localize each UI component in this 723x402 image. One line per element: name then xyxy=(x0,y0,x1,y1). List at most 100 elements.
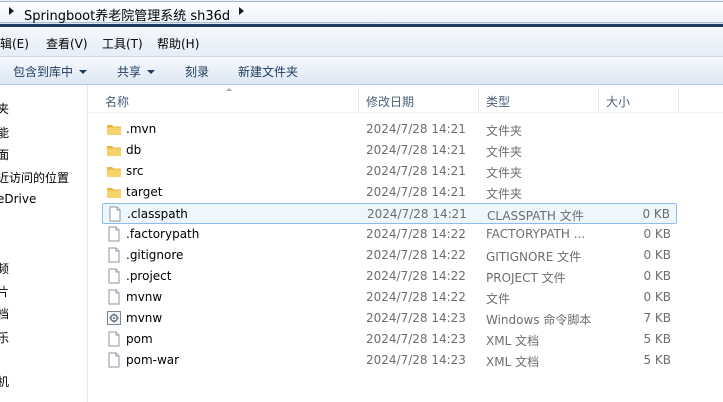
include-in-library-label: 包含到库中 xyxy=(13,65,74,79)
file-name: .mvn xyxy=(126,122,157,136)
menu-help[interactable]: 帮助(H) xyxy=(157,35,199,52)
dropdown-arrow-icon xyxy=(79,70,88,74)
column-header-row: 名称 修改日期 类型 大小 xyxy=(88,85,723,113)
file-modified: 2024/7/28 14:21 xyxy=(366,122,466,136)
nav-item[interactable]: 档 xyxy=(0,305,9,322)
new-folder-button[interactable]: 新建文件夹 xyxy=(238,63,298,80)
file-modified: 2024/7/28 14:22 xyxy=(366,290,466,304)
file-row[interactable]: target 2024/7/28 14:21 文件夹 xyxy=(102,182,677,203)
file-name: target xyxy=(126,185,163,199)
share-button[interactable]: 共享 xyxy=(117,63,156,80)
file-name: .gitignore xyxy=(126,248,184,262)
file-size: 5 KB xyxy=(643,332,671,346)
file-modified: 2024/7/28 14:21 xyxy=(366,164,466,178)
file-row[interactable]: .project 2024/7/28 14:22 PROJECT 文件 0 KB xyxy=(102,266,677,287)
file-icon xyxy=(106,331,122,347)
file-modified: 2024/7/28 14:23 xyxy=(366,311,466,325)
file-list: 名称 修改日期 类型 大小 .mvn 2024/7/28 14:21 文件夹 db 20… xyxy=(88,85,723,402)
file-row[interactable]: pom 2024/7/28 14:23 XML 文档 5 KB xyxy=(102,329,677,350)
file-type: XML 文档 xyxy=(486,355,540,369)
breadcrumb-chevron-icon[interactable] xyxy=(239,7,244,15)
file-row[interactable]: pom-war 2024/7/28 14:23 XML 文档 5 KB xyxy=(102,350,677,371)
column-divider[interactable] xyxy=(478,87,479,111)
breadcrumb-chevron-icon[interactable] xyxy=(9,7,14,15)
file-row[interactable]: .mvn 2024/7/28 14:21 文件夹 xyxy=(102,119,677,140)
dropdown-arrow-icon xyxy=(147,70,156,74)
file-modified: 2024/7/28 14:23 xyxy=(366,332,466,346)
file-size: 0 KB xyxy=(643,227,671,241)
menu-tools[interactable]: 工具(T) xyxy=(102,35,143,52)
file-modified: 2024/7/28 14:22 xyxy=(366,227,466,241)
command-bar: 包含到库中 共享 刻录 新建文件夹 xyxy=(0,57,723,85)
file-icon xyxy=(106,247,122,263)
file-size: 0 KB xyxy=(643,269,671,283)
file-row[interactable]: mvnw 2024/7/28 14:22 文件 0 KB xyxy=(102,287,677,308)
folder-icon xyxy=(106,163,122,179)
file-type: Windows 命令脚本 xyxy=(486,313,592,327)
file-name: mvnw xyxy=(126,290,163,304)
column-type[interactable]: 类型 xyxy=(486,93,510,110)
file-modified: 2024/7/28 14:23 xyxy=(366,353,466,367)
file-icon xyxy=(107,206,123,222)
burn-button[interactable]: 刻录 xyxy=(185,63,209,80)
column-size[interactable]: 大小 xyxy=(606,93,630,110)
file-name: .factorypath xyxy=(126,227,200,241)
file-name: pom-war xyxy=(126,353,180,367)
file-icon xyxy=(106,226,122,242)
column-divider[interactable] xyxy=(598,87,599,111)
file-name: db xyxy=(126,143,142,157)
file-name: pom xyxy=(126,332,153,346)
nav-item[interactable]: 夹 xyxy=(0,100,9,117)
menu-view[interactable]: 查看(V) xyxy=(46,35,88,52)
file-icon xyxy=(106,352,122,368)
file-modified: 2024/7/28 14:22 xyxy=(366,269,466,283)
include-in-library-button[interactable]: 包含到库中 xyxy=(13,63,88,80)
file-row[interactable]: .factorypath 2024/7/28 14:22 FACTORYPATH .… xyxy=(102,224,677,245)
file-type: 文件夹 xyxy=(486,187,523,201)
nav-item[interactable]: 频 xyxy=(0,260,9,277)
script-icon xyxy=(106,310,122,326)
file-modified: 2024/7/28 14:22 xyxy=(366,248,466,262)
file-row[interactable]: mvnw 2024/7/28 14:23 Windows 命令脚本 7 KB xyxy=(102,308,677,329)
nav-item[interactable]: 面 xyxy=(0,146,9,163)
navigation-pane: 夹 能 面 近访问的位置 eDrive 频 片 档 乐 机 xyxy=(0,85,88,402)
file-name: .classpath xyxy=(127,207,188,221)
file-type: XML 文档 xyxy=(486,334,540,348)
column-divider[interactable] xyxy=(678,87,679,111)
menu-bar: 编辑(E) 查看(V) 工具(T) 帮助(H) xyxy=(0,27,723,57)
file-row[interactable]: .gitignore 2024/7/28 14:22 GITIGNORE 文件 0 K… xyxy=(102,245,677,266)
column-divider[interactable] xyxy=(358,87,359,111)
share-label: 共享 xyxy=(117,65,142,79)
file-type: 文件夹 xyxy=(486,124,523,138)
file-icon xyxy=(106,268,122,284)
file-row[interactable]: src 2024/7/28 14:21 文件夹 xyxy=(102,161,677,182)
address-field[interactable]: Springboot养老院管理系统 sh36d xyxy=(0,1,723,24)
file-name: src xyxy=(126,164,144,178)
file-name: mvnw xyxy=(126,311,163,325)
file-row[interactable]: .classpath 2024/7/28 14:21 CLASSPATH 文件 0 K… xyxy=(102,203,677,224)
file-row[interactable]: db 2024/7/28 14:21 文件夹 xyxy=(102,140,677,161)
file-type: 文件夹 xyxy=(486,166,523,180)
nav-item[interactable]: 机 xyxy=(0,373,9,390)
folder-icon xyxy=(106,142,122,158)
nav-item[interactable]: 片 xyxy=(0,283,9,300)
file-icon xyxy=(106,289,122,305)
file-type: 文件 xyxy=(486,292,511,306)
file-size: 7 KB xyxy=(643,311,671,325)
file-type: FACTORYPATH ... xyxy=(486,227,586,241)
file-size: 5 KB xyxy=(643,353,671,367)
breadcrumb-current-folder[interactable]: Springboot养老院管理系统 sh36d xyxy=(24,5,230,24)
folder-icon xyxy=(106,121,122,137)
column-name[interactable]: 名称 xyxy=(105,93,129,110)
nav-item[interactable]: 能 xyxy=(0,124,9,141)
menu-edit[interactable]: 编辑(E) xyxy=(0,35,29,52)
address-bar: Springboot养老院管理系统 sh36d xyxy=(0,0,723,27)
folder-icon xyxy=(106,184,122,200)
column-modified[interactable]: 修改日期 xyxy=(366,93,414,110)
nav-item[interactable]: 乐 xyxy=(0,329,9,346)
file-type: 文件夹 xyxy=(486,145,523,159)
nav-item-recent-places[interactable]: 近访问的位置 xyxy=(0,169,69,186)
nav-item-onedrive[interactable]: eDrive xyxy=(0,192,36,206)
file-modified: 2024/7/28 14:21 xyxy=(366,185,466,199)
file-type: CLASSPATH 文件 xyxy=(487,209,584,223)
